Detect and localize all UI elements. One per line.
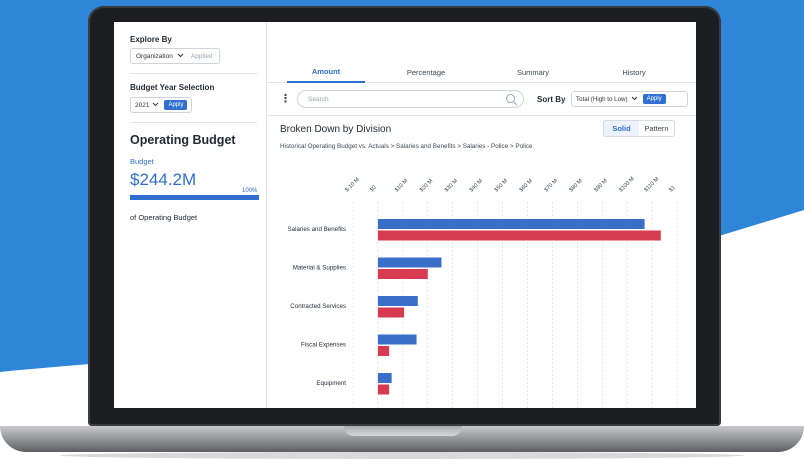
x-tick-label: $60 M: [519, 178, 534, 193]
sort-by-label: Sort By: [537, 95, 566, 104]
x-tick-label: $50 M: [494, 178, 509, 193]
search-input[interactable]: Search: [297, 90, 524, 108]
explore-by-status: Applied: [190, 52, 213, 60]
x-tick-label: $40 M: [469, 178, 484, 193]
sort-by-value: Total (High to Low): [576, 95, 628, 103]
sidebar-divider: [130, 122, 257, 123]
app-screen: Explore By Organization Applied Budget Y…: [114, 22, 696, 408]
budget-year-value: 2021: [135, 101, 150, 109]
budget-year-dropdown[interactable]: 2021 Apply: [130, 97, 192, 113]
search-icon[interactable]: [505, 93, 518, 108]
budget-year-apply-button[interactable]: Apply: [164, 100, 188, 110]
search-placeholder: Search: [308, 95, 329, 103]
explore-by-value: Organization: [136, 52, 173, 60]
sidebar-divider: [130, 73, 257, 74]
tab-bar: Amount Percentage Summary History: [267, 62, 696, 83]
tab-percentage[interactable]: Percentage: [387, 62, 465, 83]
tab-summary[interactable]: Summary: [494, 62, 572, 83]
bar: [377, 373, 392, 383]
toggle-pattern[interactable]: Pattern: [639, 121, 674, 136]
bar: [377, 269, 428, 279]
more-options-icon[interactable]: ⋮: [280, 92, 291, 105]
budget-progress-bar: [130, 195, 259, 200]
budget-label: Budget: [130, 157, 154, 166]
tab-amount[interactable]: Amount: [287, 62, 365, 83]
x-tick-label: $0: [369, 185, 378, 194]
x-tick-label: $110 M: [643, 176, 660, 193]
fill-style-toggle: Solid Pattern: [603, 120, 675, 137]
category-label: Fiscal Expenses: [301, 342, 346, 349]
x-tick-label: $1: [668, 185, 677, 194]
x-tick-label: $100 M: [618, 176, 636, 194]
x-tick-label: $70 M: [544, 178, 559, 193]
chart-title: Broken Down by Division: [280, 124, 392, 135]
budget-value: $244.2M: [130, 170, 197, 189]
category-label: Contracted Services: [290, 303, 346, 310]
bar: [377, 384, 390, 395]
bar: [377, 346, 390, 356]
tab-history[interactable]: History: [595, 62, 673, 83]
breadcrumb: Historical Operating Budget vs. Actuals …: [280, 143, 533, 150]
bar: [377, 334, 417, 345]
bar: [377, 219, 645, 229]
section-title: Operating Budget: [130, 133, 236, 147]
category-label: Salaries and Benefits: [288, 226, 346, 233]
x-tick-label: $30 M: [444, 178, 459, 193]
bar: [377, 230, 661, 241]
chevron-down-icon: [177, 53, 184, 60]
explore-by-dropdown[interactable]: Organization Applied: [130, 48, 220, 64]
toolbar-divider: [267, 115, 696, 116]
toggle-solid[interactable]: Solid: [604, 121, 639, 136]
laptop-notch: [344, 426, 462, 436]
budget-percent: 100%: [242, 188, 258, 194]
x-tick-label: $90 M: [593, 178, 608, 193]
laptop-shadow: [60, 452, 744, 459]
bar-chart: $-10 M $0 $10 M $20 M $30 M $40 M $50 M $60 M $7…: [288, 176, 678, 408]
bar: [377, 257, 442, 268]
of-budget-label: of Operating Budget: [130, 213, 198, 222]
sort-by-dropdown[interactable]: Total (High to Low) Apply: [571, 91, 688, 107]
x-tick-label: $80 M: [568, 178, 583, 193]
x-tick-label: $-10 M: [344, 177, 361, 194]
x-tick-label: $10 M: [394, 178, 409, 193]
x-tick-label: $20 M: [419, 178, 434, 193]
bar: [377, 296, 418, 306]
explore-by-title: Explore By: [130, 35, 172, 44]
sort-apply-button[interactable]: Apply: [642, 94, 666, 104]
bar: [377, 307, 405, 318]
sidebar: Explore By Organization Applied Budget Y…: [114, 22, 267, 408]
main-panel: Amount Percentage Summary History ⋮ Sear…: [267, 22, 696, 408]
category-label: Equipment: [316, 380, 346, 387]
chevron-down-icon: [152, 102, 159, 109]
budget-year-title: Budget Year Selection: [130, 83, 215, 92]
chevron-down-icon: [631, 96, 638, 103]
category-label: Material & Supplies: [293, 265, 346, 272]
